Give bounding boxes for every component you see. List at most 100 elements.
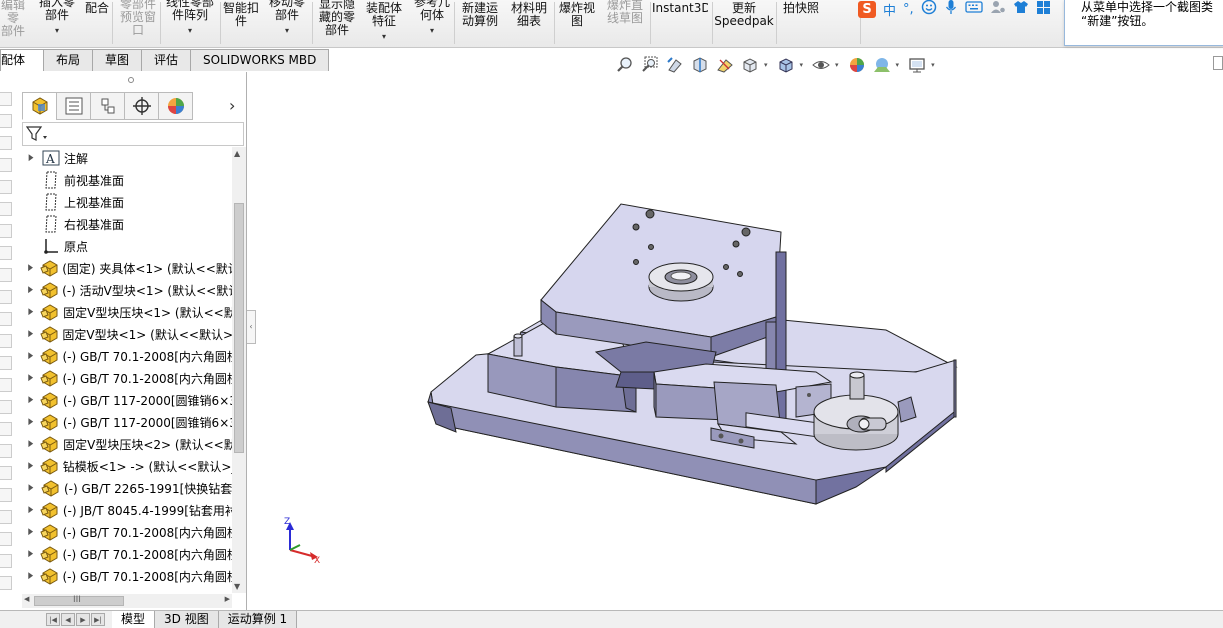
next-tab-button[interactable]: ▶ [76,613,90,626]
skin-shirt-icon[interactable] [1013,0,1029,19]
tree-node[interactable]: ▶ A 注解 [22,147,232,169]
tree-node[interactable]: ▶ (-) GB/T 70.1-2008[内六角圆柱 [22,521,232,543]
history-strip-item[interactable] [0,532,12,546]
graphics-area[interactable]: Z X [256,72,1223,610]
tree-node[interactable]: ▶ 固定V型块<1> (默认<<默认>_ [22,323,232,345]
tree-node[interactable]: 上视基准面 [22,191,232,213]
tab-dimxpert-manager[interactable] [124,92,159,120]
expand-arrow-icon[interactable]: ▶ [25,439,37,449]
bottom-tab-1[interactable]: 3D 视图 [155,611,219,628]
ribbon-button-5[interactable]: 智能扣 件 [222,1,260,47]
dropdown-arrow-icon[interactable]: ▾ [55,24,59,37]
tree-node[interactable]: 原点 [22,235,232,257]
ribbon-button-13[interactable]: 爆炸直 线草图 [604,0,646,44]
command-tab-4[interactable]: SOLIDWORKS MBD [190,49,330,71]
ime-punctuation-toggle[interactable]: °, [903,2,914,17]
dropdown-arrow-icon[interactable]: ▾ [188,24,192,37]
history-strip-item[interactable] [0,444,12,458]
ribbon-button-16[interactable]: 拍快照 [779,1,823,47]
task-pane-toggle[interactable] [1213,56,1223,70]
ribbon-button-7[interactable]: 显示隐 藏的零 部件 [316,0,358,43]
expand-arrow-icon[interactable]: ▶ [25,461,37,471]
ribbon-button-6[interactable]: 移动零 部件 ▾ [264,0,310,41]
ime-language-toggle[interactable]: 中 [883,0,896,19]
expand-arrow-icon[interactable]: ▶ [25,373,37,383]
bottom-tab-0[interactable]: 模型 [112,611,156,628]
emoji-icon[interactable] [921,0,937,19]
history-strip-item[interactable] [0,356,12,370]
tree-node[interactable]: ▶ (-) GB/T 2265-1991[快换钻套 [22,477,232,499]
history-strip-item[interactable] [0,312,12,326]
filter-funnel-icon[interactable] [25,126,48,145]
command-tab-0[interactable]: 装配体 [0,49,44,71]
history-strip-item[interactable] [0,378,12,392]
apply-scene-dropdown[interactable]: ▾ [896,61,900,69]
history-strip-item[interactable] [0,576,12,590]
tab-configuration-manager[interactable] [90,92,125,120]
tree-node[interactable]: ▶ (-) GB/T 70.1-2008[内六角圆柱 [22,367,232,389]
tree-node[interactable]: ▶ 固定V型块压块<2> (默认<<默 [22,433,232,455]
history-strip-item[interactable] [0,488,12,502]
history-strip-item[interactable] [0,290,12,304]
scroll-up-arrow-icon[interactable]: ▲ [234,149,240,158]
ribbon-button-9[interactable]: 参考几 何体 ▾ [412,0,452,41]
scroll-down-arrow-icon[interactable]: ▼ [234,582,240,591]
command-tab-1[interactable]: 布局 [43,49,94,71]
expand-arrow-icon[interactable]: ▶ [25,571,37,581]
ribbon-button-3[interactable]: 零部件 预览窗 口 [116,0,160,43]
toolbox-grid-icon[interactable] [1036,0,1051,19]
history-strip-item[interactable] [0,136,12,150]
view-settings-dropdown[interactable]: ▾ [931,61,935,69]
expand-arrow-icon[interactable]: ▶ [25,483,38,493]
history-strip-item[interactable] [0,92,12,106]
tree-node[interactable]: ▶ 钻模板<1> -> (默认<<默认>_ [22,455,232,477]
command-tab-3[interactable]: 评估 [141,49,192,71]
ribbon-button-11[interactable]: 材料明 细表 [508,1,550,47]
expand-arrow-icon[interactable]: ▶ [25,527,37,537]
tree-node[interactable]: ▶ (-) GB/T 117-2000[圆锥销6×3 [22,389,232,411]
tree-node[interactable]: ▶ (-) GB/T 70.1-2008[内六角圆柱 [22,345,232,367]
tree-vertical-scrollbar[interactable]: ▲ ▼ [232,147,246,593]
tree-filter-field[interactable] [22,122,244,146]
scroll-left-arrow-icon[interactable]: ◀ [24,595,29,603]
expand-arrow-icon[interactable]: ▶ [25,263,37,273]
ribbon-button-2[interactable]: 配合 [82,1,112,47]
tree-node[interactable]: ▶ (-) JB/T 8045.4-1999[钻套用衬 [22,499,232,521]
hide-show-dropdown[interactable]: ▾ [835,61,839,69]
tree-node[interactable]: ▶ (-) GB/T 70.1-2008[内六角圆柱 [22,543,232,565]
history-strip-item[interactable] [0,180,12,194]
view-orientation-dropdown[interactable]: ▾ [764,61,768,69]
ribbon-button-12[interactable]: 爆炸视 图 [556,1,598,47]
expand-arrow-icon[interactable]: ▶ [25,505,37,515]
vertical-scroll-thumb[interactable] [234,203,244,453]
first-tab-button[interactable]: |◀ [46,613,60,626]
dropdown-arrow-icon[interactable]: ▾ [285,24,289,37]
tree-node[interactable]: ▶ (固定) 夹具体<1> (默认<<默认 [22,257,232,279]
display-style-dropdown[interactable]: ▾ [800,61,804,69]
history-strip-item[interactable] [0,246,12,260]
panel-split-handle[interactable] [128,77,134,83]
ribbon-button-1[interactable]: 插入零 部件 ▾ [36,0,78,41]
quick-change-drill-bushing[interactable] [648,262,714,302]
tree-node[interactable]: ▶ 固定V型块压块<1> (默认<<默 [22,301,232,323]
ribbon-button-8[interactable]: 装配体 特征 ▾ [364,1,404,47]
tree-node[interactable]: ▶ (-) GB/T 117-2000[圆锥销6×3 [22,411,232,433]
last-tab-button[interactable]: ▶| [91,613,105,626]
tab-feature-tree[interactable] [22,92,57,120]
ribbon-button-10[interactable]: 新建运 动算例 [458,1,502,47]
expand-arrow-icon[interactable]: ▶ [25,307,37,317]
history-strip-item[interactable] [0,554,12,568]
history-strip-item[interactable] [0,224,12,238]
ribbon-button-4[interactable]: 线性零部 件阵列 ▾ [162,0,218,41]
history-strip-item[interactable] [0,268,12,282]
horizontal-scroll-thumb[interactable]: III [34,595,124,606]
assembly-model-view[interactable]: Z X [256,72,1223,610]
history-strip-item[interactable] [0,466,12,480]
history-strip-item[interactable] [0,400,12,414]
history-strip-item[interactable] [0,510,12,524]
tree-node[interactable]: ▶ (-) 活动V型块<1> (默认<<默认 [22,279,232,301]
history-strip-item[interactable] [0,114,12,128]
tree-node[interactable]: 右视基准面 [22,213,232,235]
prev-tab-button[interactable]: ◀ [61,613,75,626]
tree-horizontal-scrollbar[interactable]: ◀ III ▶ [22,594,232,608]
